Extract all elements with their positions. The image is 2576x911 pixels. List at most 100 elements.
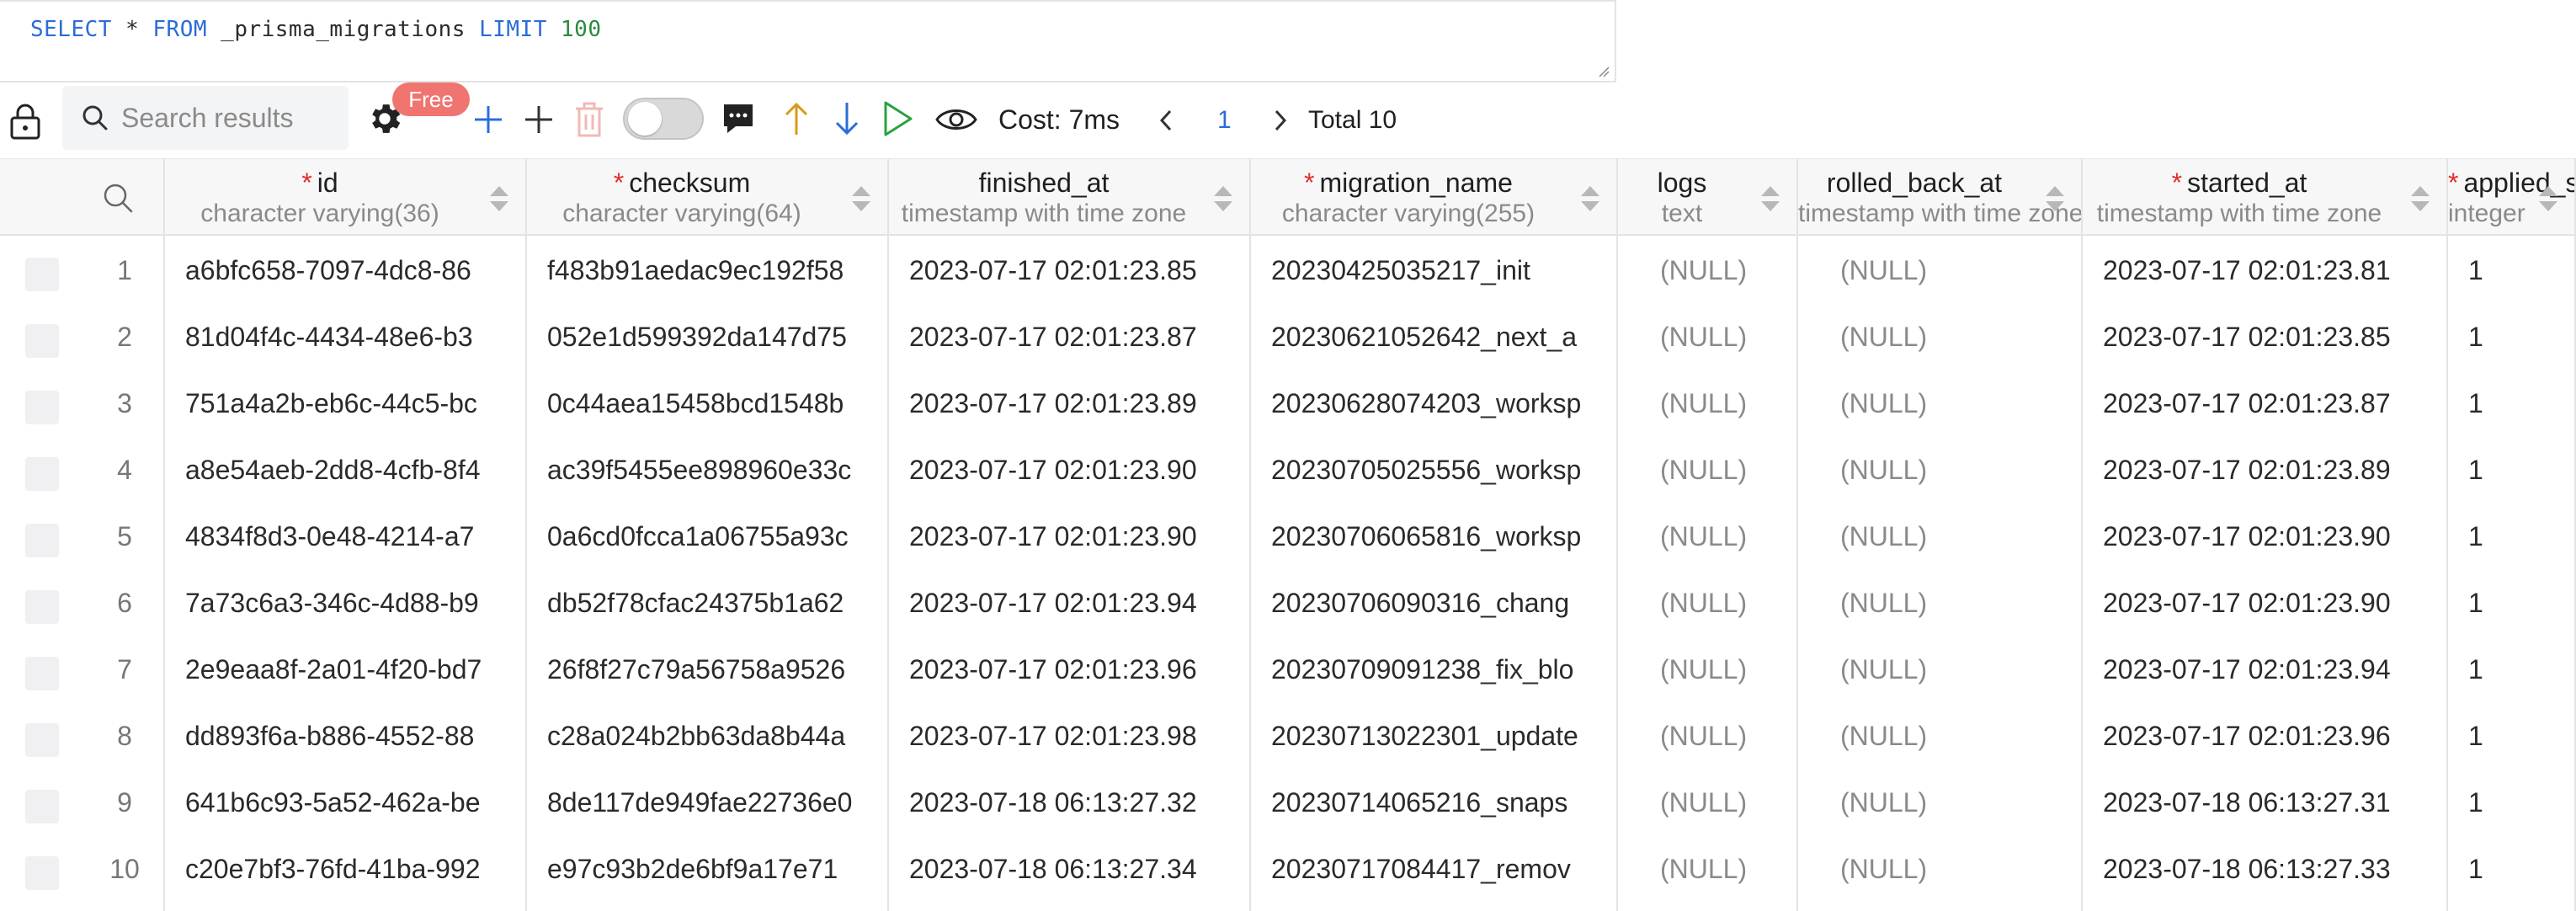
sort-icon[interactable] — [1212, 184, 1234, 213]
cell-id[interactable]: 751a4a2b-eb6c-44c5-bc — [185, 370, 527, 437]
cell-checksum[interactable]: e97c93b2de6bf9a17e71 — [547, 836, 889, 903]
sort-icon[interactable] — [1579, 184, 1601, 213]
cell-rolled-back-at[interactable]: (NULL) — [1840, 703, 2083, 770]
table-row[interactable]: 6 7a73c6a3-346c-4d88-b9 db52f78cfac24375b1… — [0, 570, 2576, 637]
table-row[interactable]: 9 641b6c93-5a52-462a-be 8de117de949fae2273… — [0, 770, 2576, 836]
cell-finished-at[interactable]: 2023-07-17 02:01:23.89 — [909, 370, 1251, 437]
row-select-checkbox[interactable] — [25, 590, 59, 624]
cell-logs[interactable]: (NULL) — [1660, 703, 1798, 770]
cell-migration-name[interactable]: 20230706065816_worksp — [1271, 503, 1618, 570]
delete-icon[interactable] — [572, 101, 606, 138]
cell-migration-name[interactable]: 20230717084417_remov — [1271, 836, 1618, 903]
chevron-right-icon[interactable] — [1271, 108, 1290, 133]
cell-rolled-back-at[interactable]: (NULL) — [1840, 836, 2083, 903]
cell-finished-at[interactable]: 2023-07-17 02:01:23.98 — [909, 703, 1251, 770]
cell-started-at[interactable]: 2023-07-17 02:01:23.90 — [2103, 503, 2448, 570]
cell-started-at[interactable]: 2023-07-18 06:13:27.31 — [2103, 770, 2448, 836]
cell-applied-steps-count[interactable]: 1 — [2468, 304, 2576, 370]
cell-id[interactable]: dd893f6a-b886-4552-88 — [185, 703, 527, 770]
cell-logs[interactable]: (NULL) — [1660, 437, 1798, 503]
cell-started-at[interactable]: 2023-07-17 02:01:23.85 — [2103, 304, 2448, 370]
row-select-checkbox[interactable] — [25, 324, 59, 358]
sql-editor[interactable]: SELECT * FROM _prisma_migrations LIMIT 1… — [0, 0, 1616, 83]
add-column-icon[interactable] — [522, 103, 556, 136]
search-results-box[interactable] — [62, 86, 349, 150]
column-header-started-at[interactable]: * started_at timestamp with time zone — [2083, 159, 2448, 235]
cell-logs[interactable]: (NULL) — [1660, 570, 1798, 637]
cell-logs[interactable]: (NULL) — [1660, 370, 1798, 437]
cell-migration-name[interactable]: 20230628074203_worksp — [1271, 370, 1618, 437]
cell-migration-name[interactable]: 20230709091238_fix_blo — [1271, 637, 1618, 703]
cell-migration-name[interactable]: 20230714065216_snaps — [1271, 770, 1618, 836]
arrow-down-icon[interactable] — [830, 99, 864, 138]
cell-migration-name[interactable]: 20230705025556_worksp — [1271, 437, 1618, 503]
cell-id[interactable]: 81d04f4c-4434-48e6-b3 — [185, 304, 527, 370]
cell-logs[interactable]: (NULL) — [1660, 237, 1798, 304]
table-row[interactable]: 5 4834f8d3-0e48-4214-a7 0a6cd0fcca1a06755a… — [0, 503, 2576, 570]
cell-rolled-back-at[interactable]: (NULL) — [1840, 237, 2083, 304]
cell-rolled-back-at[interactable]: (NULL) — [1840, 370, 2083, 437]
sort-icon[interactable] — [850, 184, 872, 213]
cell-started-at[interactable]: 2023-07-18 06:13:27.33 — [2103, 836, 2448, 903]
sort-icon[interactable] — [2409, 184, 2431, 213]
table-row[interactable]: 7 2e9eaa8f-2a01-4f20-bd7 26f8f27c79a56758a… — [0, 637, 2576, 703]
cell-rolled-back-at[interactable]: (NULL) — [1840, 304, 2083, 370]
eye-icon[interactable] — [934, 103, 978, 136]
table-row[interactable]: 4 a8e54aeb-2dd8-4cfb-8f4 ac39f5455ee898960… — [0, 437, 2576, 503]
comment-icon[interactable] — [721, 101, 756, 136]
cell-migration-name[interactable]: 20230713022301_update — [1271, 703, 1618, 770]
sort-icon[interactable] — [1759, 184, 1781, 213]
cell-id[interactable]: 641b6c93-5a52-462a-be — [185, 770, 527, 836]
cell-checksum[interactable]: c28a024b2bb63da8b44a — [547, 703, 889, 770]
cell-logs[interactable]: (NULL) — [1660, 770, 1798, 836]
column-header-checksum[interactable]: * checksum character varying(64) — [527, 159, 889, 235]
cell-rolled-back-at[interactable]: (NULL) — [1840, 637, 2083, 703]
resize-grip-icon[interactable] — [1598, 66, 1610, 77]
search-input[interactable] — [120, 101, 342, 135]
cell-finished-at[interactable]: 2023-07-17 02:01:23.94 — [909, 570, 1251, 637]
cell-started-at[interactable]: 2023-07-17 02:01:23.94 — [2103, 637, 2448, 703]
row-select-checkbox[interactable] — [25, 258, 59, 291]
table-row[interactable]: 8 dd893f6a-b886-4552-88 c28a024b2bb63da8b4… — [0, 703, 2576, 770]
row-select-checkbox[interactable] — [25, 723, 59, 757]
cell-started-at[interactable]: 2023-07-17 02:01:23.87 — [2103, 370, 2448, 437]
cell-finished-at[interactable]: 2023-07-18 06:13:27.34 — [909, 836, 1251, 903]
cell-logs[interactable]: (NULL) — [1660, 503, 1798, 570]
lock-icon[interactable] — [8, 103, 42, 140]
chevron-left-icon[interactable] — [1157, 108, 1175, 133]
cell-finished-at[interactable]: 2023-07-18 06:13:27.32 — [909, 770, 1251, 836]
cell-checksum[interactable]: f483b91aedac9ec192f58 — [547, 237, 889, 304]
add-row-icon[interactable] — [471, 103, 505, 136]
sort-icon[interactable] — [2044, 184, 2066, 213]
cell-checksum[interactable]: 8de117de949fae22736e0 — [547, 770, 889, 836]
cell-rolled-back-at[interactable]: (NULL) — [1840, 503, 2083, 570]
column-header-applied-steps-count[interactable]: *applied_steps_countinteger — [2448, 159, 2576, 235]
edit-mode-toggle[interactable] — [623, 98, 704, 140]
cell-applied-steps-count[interactable]: 1 — [2468, 237, 2576, 304]
cell-applied-steps-count[interactable]: 1 — [2468, 503, 2576, 570]
cell-finished-at[interactable]: 2023-07-17 02:01:23.87 — [909, 304, 1251, 370]
cell-checksum[interactable]: ac39f5455ee898960e33c — [547, 437, 889, 503]
cell-id[interactable]: a6bfc658-7097-4dc8-86 — [185, 237, 527, 304]
cell-finished-at[interactable]: 2023-07-17 02:01:23.96 — [909, 637, 1251, 703]
table-row[interactable]: 10 c20e7bf3-76fd-41ba-992 e97c93b2de6bf9a1… — [0, 836, 2576, 903]
arrow-up-icon[interactable] — [780, 99, 813, 138]
cell-started-at[interactable]: 2023-07-17 02:01:23.96 — [2103, 703, 2448, 770]
column-header-logs[interactable]: logs text — [1618, 159, 1798, 235]
row-select-checkbox[interactable] — [25, 457, 59, 491]
play-icon[interactable] — [881, 99, 914, 138]
table-row[interactable]: 2 81d04f4c-4434-48e6-b3 052e1d599392da147d… — [0, 304, 2576, 370]
cell-migration-name[interactable]: 20230621052642_next_a — [1271, 304, 1618, 370]
cell-rolled-back-at[interactable]: (NULL) — [1840, 770, 2083, 836]
cell-applied-steps-count[interactable]: 1 — [2468, 570, 2576, 637]
cell-logs[interactable]: (NULL) — [1660, 304, 1798, 370]
cell-applied-steps-count[interactable]: 1 — [2468, 836, 2576, 903]
table-row[interactable]: 3 751a4a2b-eb6c-44c5-bc 0c44aea15458bcd154… — [0, 370, 2576, 437]
cell-checksum[interactable]: 052e1d599392da147d75 — [547, 304, 889, 370]
sort-icon[interactable] — [2537, 184, 2559, 213]
page-number[interactable]: 1 — [1217, 106, 1232, 135]
sort-icon[interactable] — [488, 184, 510, 213]
cell-applied-steps-count[interactable]: 1 — [2468, 637, 2576, 703]
row-select-checkbox[interactable] — [25, 856, 59, 890]
cell-logs[interactable]: (NULL) — [1660, 637, 1798, 703]
